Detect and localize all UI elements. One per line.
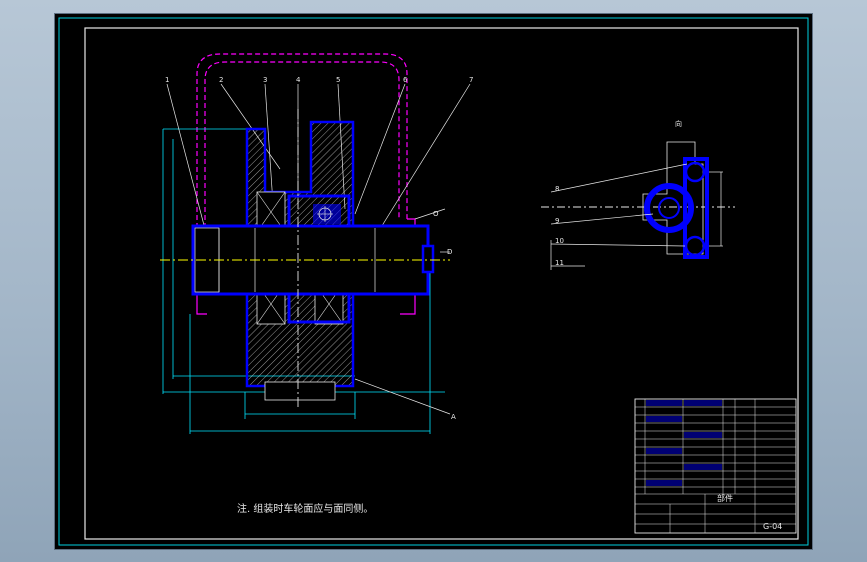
label-a: A: [451, 413, 456, 421]
side-label-8: 8: [555, 185, 559, 193]
view-label: 向: [675, 119, 682, 128]
side-label-9: 9: [555, 217, 559, 225]
title-name: 部件: [717, 493, 733, 503]
label-o: O: [433, 210, 439, 218]
part-label-7: 7: [469, 76, 473, 84]
part-label-5: 5: [336, 76, 340, 84]
side-label-10: 10: [555, 237, 564, 245]
cad-drawing: 1 2 3 4 5 6 7 D A O 向 8 9 10 11 注. 组装时车轮…: [58, 17, 809, 546]
assembly-note: 注. 组装时车轮面应与面同侧。: [237, 502, 373, 515]
side-view: 向 8 9 10 11: [550, 119, 723, 270]
part-label-6: 6: [403, 76, 408, 84]
side-label-11: 11: [555, 259, 564, 267]
part-label-3: 3: [263, 76, 267, 84]
part-label-1: 1: [165, 76, 169, 84]
title-block: 部件 G-04: [634, 398, 797, 534]
part-label-2: 2: [219, 76, 223, 84]
part-label-4: 4: [296, 76, 301, 84]
drawing-number: G-04: [763, 522, 782, 531]
drawing-sheet: 1 2 3 4 5 6 7 D A O 向 8 9 10 11 注. 组装时车轮…: [55, 14, 812, 549]
label-d: D: [447, 248, 452, 256]
